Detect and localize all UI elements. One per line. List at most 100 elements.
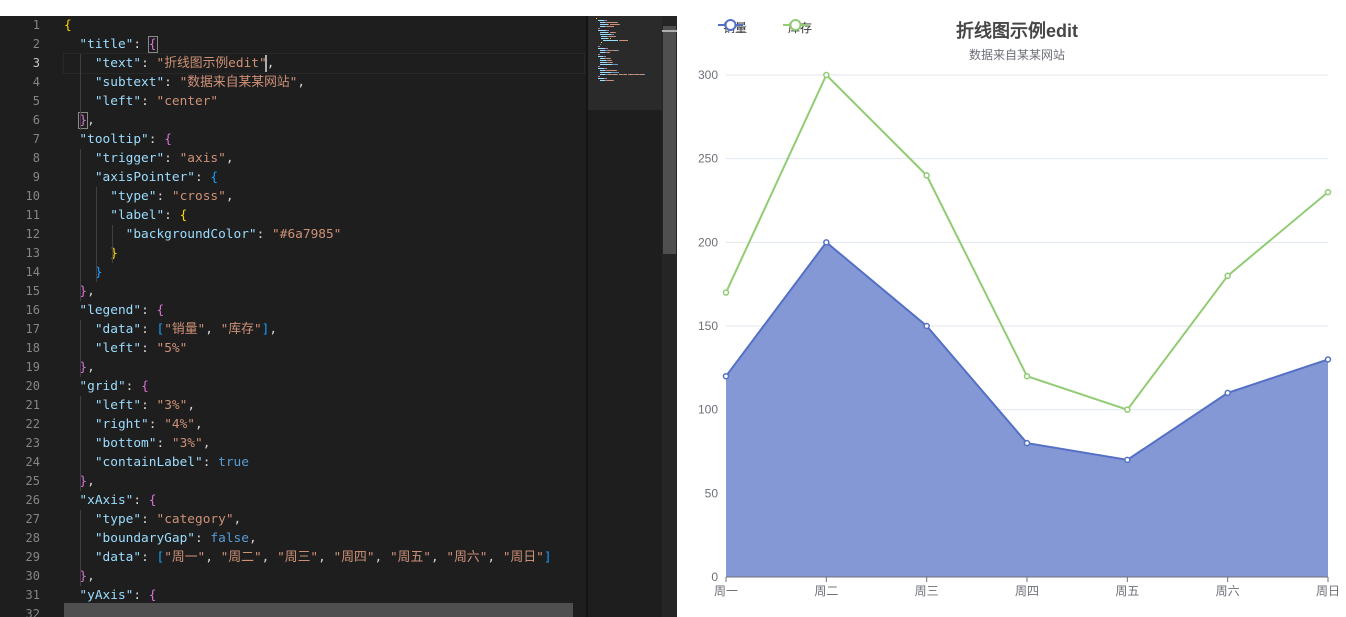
data-point bbox=[722, 289, 730, 296]
data-point bbox=[1224, 389, 1231, 397]
data-point bbox=[1023, 372, 1031, 380]
code-line[interactable]: "backgroundColor": "#6a7985" bbox=[64, 225, 584, 244]
code-token: : bbox=[148, 417, 165, 432]
code-token: "周四" bbox=[333, 550, 375, 565]
code-token: : bbox=[195, 170, 211, 185]
code-token: "销量" bbox=[164, 322, 206, 337]
code-line[interactable]: "containLabel": true bbox=[64, 453, 584, 472]
code-line[interactable]: }, bbox=[64, 111, 584, 130]
code-line[interactable]: "type": "category", bbox=[64, 510, 584, 529]
minimap-line bbox=[643, 74, 645, 75]
indent-guide bbox=[80, 510, 81, 586]
minimap-line bbox=[617, 72, 619, 73]
minimap-line bbox=[614, 32, 616, 33]
code-token: "周日" bbox=[502, 550, 544, 565]
data-point bbox=[1224, 272, 1231, 280]
line-number: 27 bbox=[25, 512, 40, 526]
code-area[interactable]: { "title": { "text": "折线图示例edit", "subte… bbox=[63, 16, 585, 617]
legend-item-sales[interactable]: 销量 bbox=[718, 18, 747, 36]
code-line[interactable]: }, bbox=[64, 282, 584, 301]
code-token: : bbox=[202, 455, 219, 470]
minimap-line bbox=[610, 58, 612, 59]
vertical-scrollbar-track[interactable] bbox=[662, 16, 677, 617]
x-tick-label: 周六 bbox=[1216, 584, 1240, 598]
minimap-line bbox=[613, 34, 615, 35]
code-token: "label" bbox=[110, 208, 165, 223]
code-line[interactable]: "grid": { bbox=[64, 377, 584, 396]
code-token: "axis" bbox=[179, 151, 226, 166]
minimap-line bbox=[601, 42, 603, 43]
minimap-line bbox=[607, 30, 609, 31]
minimap-line bbox=[612, 62, 614, 63]
code-token: "containLabel" bbox=[94, 455, 203, 470]
minimap[interactable] bbox=[586, 16, 664, 617]
code-token: , bbox=[269, 322, 278, 337]
code-line[interactable]: "text": "折线图示例edit", bbox=[63, 53, 585, 74]
code-line[interactable]: "trigger": "axis", bbox=[64, 149, 584, 168]
code-line[interactable]: "label": { bbox=[64, 206, 584, 225]
code-token: : bbox=[164, 75, 180, 90]
code-line[interactable]: } bbox=[64, 263, 584, 282]
code-editor[interactable]: 1 2 3 4 5 6 7 8 9 10 11 12 13 14 15 16 17 18 19 20 21 22 23 24 2… bbox=[0, 0, 677, 617]
line-chart: 0 50 100 150 200 250 300 周一 周二 周三 周四 周五 周六 周日 bbox=[698, 68, 1340, 598]
minimap-line bbox=[620, 40, 629, 41]
code-line[interactable]: { bbox=[64, 16, 584, 35]
y-tick-label: 50 bbox=[705, 486, 719, 500]
minimap-line bbox=[606, 48, 608, 49]
code-line[interactable]: } bbox=[64, 244, 584, 263]
code-token: true bbox=[218, 455, 249, 470]
code-token: { bbox=[147, 36, 158, 53]
minimap-line bbox=[614, 64, 618, 65]
code-line[interactable]: "data": ["周一", "周二", "周三", "周四", "周五", "… bbox=[64, 548, 584, 567]
code-line[interactable]: "left": "3%", bbox=[64, 396, 584, 415]
code-line[interactable]: "legend": { bbox=[64, 301, 584, 320]
minimap-line bbox=[605, 68, 607, 69]
code-line[interactable]: "right": "4%", bbox=[64, 415, 584, 434]
line-number: 2 bbox=[32, 37, 40, 51]
line-number: 28 bbox=[25, 531, 40, 545]
code-token: "cross" bbox=[171, 189, 226, 204]
x-tick-label: 周三 bbox=[915, 584, 939, 598]
code-token: : bbox=[156, 189, 172, 204]
line-number: 30 bbox=[25, 569, 40, 583]
line-number: 4 bbox=[32, 75, 40, 89]
code-token: : bbox=[141, 94, 157, 109]
legend-line-circle-icon bbox=[718, 19, 743, 31]
code-line[interactable]: "title": { bbox=[64, 35, 584, 54]
code-token: "left" bbox=[94, 94, 142, 109]
line-number: 20 bbox=[25, 379, 40, 393]
code-line[interactable]: "boundaryGap": false, bbox=[64, 529, 584, 548]
code-token: "category" bbox=[156, 512, 234, 527]
code-token: , bbox=[374, 550, 390, 565]
code-line[interactable]: "left": "center" bbox=[64, 92, 584, 111]
code-line[interactable]: "axisPointer": { bbox=[64, 168, 584, 187]
horizontal-scrollbar[interactable] bbox=[64, 603, 573, 617]
code-line[interactable]: "xAxis": { bbox=[64, 491, 584, 510]
code-line[interactable]: "data": ["销量", "库存"], bbox=[64, 320, 584, 339]
code-token: "axisPointer" bbox=[94, 170, 195, 185]
data-point bbox=[1023, 439, 1031, 447]
code-line[interactable]: }, bbox=[64, 358, 584, 377]
legend-item-stock[interactable]: 库存 bbox=[783, 18, 812, 36]
minimap-line bbox=[611, 60, 613, 61]
minimap-line bbox=[606, 52, 611, 53]
code-line[interactable]: "left": "5%" bbox=[64, 339, 584, 358]
code-line[interactable]: "bottom": "3%", bbox=[64, 434, 584, 453]
code-line[interactable]: "tooltip": { bbox=[64, 130, 584, 149]
indent-guide bbox=[80, 149, 81, 301]
code-line[interactable]: "type": "cross", bbox=[64, 187, 584, 206]
code-line[interactable]: "subtext": "数据来自某某网站", bbox=[64, 73, 584, 92]
code-line[interactable]: }, bbox=[64, 567, 584, 586]
code-token: { bbox=[148, 588, 157, 603]
line-number: 19 bbox=[25, 360, 40, 374]
code-token: "3%" bbox=[171, 436, 203, 451]
code-line[interactable]: }, bbox=[64, 472, 584, 491]
code-token: , bbox=[225, 151, 234, 166]
vertical-scrollbar-thumb[interactable] bbox=[663, 26, 676, 254]
code-token: : bbox=[141, 303, 157, 318]
line-number: 16 bbox=[25, 303, 40, 317]
